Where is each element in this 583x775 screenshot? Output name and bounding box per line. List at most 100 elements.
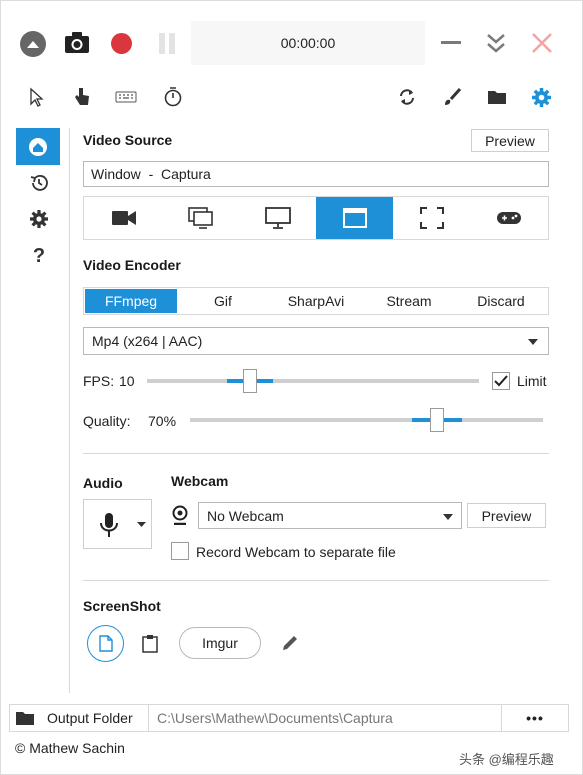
codec-value: Mp4 (x264 | AAC) bbox=[92, 333, 203, 349]
encoder-tab-label: FFmpeg bbox=[104, 293, 158, 309]
sidebar-item-settings[interactable] bbox=[29, 209, 49, 229]
timer-text: 00:00:00 bbox=[280, 35, 336, 51]
screenshot-clipboard-button[interactable] bbox=[139, 631, 161, 655]
gear-icon bbox=[532, 88, 551, 107]
timer-toggle[interactable] bbox=[163, 86, 183, 108]
separate-file-checkbox[interactable] bbox=[171, 542, 189, 560]
fps-slider[interactable] bbox=[147, 369, 479, 393]
minimize-button[interactable] bbox=[441, 41, 461, 44]
pause-button[interactable] bbox=[158, 33, 176, 54]
screenshot-editor-button[interactable] bbox=[279, 632, 301, 654]
minimize-to-tray-button[interactable] bbox=[485, 31, 507, 55]
clipboard-icon bbox=[142, 634, 158, 653]
chevron-down-icon bbox=[443, 514, 453, 520]
sidebar-item-home[interactable] bbox=[16, 128, 60, 165]
encoder-tab-ffmpeg[interactable]: FFmpeg bbox=[85, 289, 177, 313]
chevron-up-icon bbox=[27, 41, 39, 48]
source-no-video-button[interactable] bbox=[85, 197, 162, 239]
video-source-field[interactable]: Window - Captura bbox=[83, 161, 549, 187]
record-button[interactable] bbox=[111, 33, 132, 54]
cursor-icon bbox=[30, 87, 44, 107]
region-select-icon bbox=[419, 207, 444, 229]
app-window: 00:00:00 ? Video Source Preview Window -… bbox=[0, 0, 583, 775]
video-encoder-title: Video Encoder bbox=[83, 257, 181, 273]
keystrokes-toggle[interactable] bbox=[115, 90, 137, 104]
source-desktop-duplication-button[interactable] bbox=[162, 197, 239, 239]
webcam-value: No Webcam bbox=[207, 507, 284, 524]
close-icon bbox=[532, 33, 552, 53]
clicks-toggle[interactable] bbox=[72, 86, 92, 108]
source-screen-button[interactable] bbox=[239, 197, 316, 239]
video-camera-icon bbox=[111, 211, 136, 225]
audio-title: Audio bbox=[83, 475, 123, 491]
limit-label: Limit bbox=[517, 373, 547, 389]
video-source-title: Video Source bbox=[83, 132, 173, 148]
sidebar-item-about[interactable]: ? bbox=[29, 245, 49, 267]
quality-slider[interactable] bbox=[190, 408, 543, 432]
output-folder-path[interactable]: C:\Users\Mathew\Documents\Captura bbox=[157, 710, 393, 726]
cursor-toggle[interactable] bbox=[28, 87, 46, 107]
source-window-button[interactable] bbox=[316, 197, 393, 239]
fps-slider-thumb[interactable] bbox=[242, 369, 257, 393]
source-region-button[interactable] bbox=[393, 197, 470, 239]
section-divider bbox=[83, 453, 549, 454]
close-button[interactable] bbox=[531, 32, 553, 54]
timer-panel: 00:00:00 bbox=[191, 21, 425, 65]
refresh-button[interactable] bbox=[397, 87, 417, 107]
webcam-dropdown[interactable]: No Webcam bbox=[198, 502, 462, 529]
question-icon: ? bbox=[32, 244, 46, 267]
limit-checkbox[interactable] bbox=[492, 372, 510, 390]
encoder-tab-discard[interactable]: Discard bbox=[455, 289, 547, 313]
encoder-tab-sharpavi[interactable]: SharpAvi bbox=[269, 289, 363, 313]
imgur-label: Imgur bbox=[202, 635, 238, 651]
fps-value: 10 bbox=[119, 373, 135, 389]
quality-label: Quality: bbox=[83, 413, 131, 429]
pencil-icon bbox=[283, 636, 297, 650]
footer-credit: © Mathew Sachin bbox=[15, 740, 125, 756]
webcam-preview-button[interactable]: Preview bbox=[467, 503, 546, 528]
webcam-icon-wrap bbox=[171, 505, 189, 525]
stopwatch-icon bbox=[164, 87, 182, 107]
monitor-icon bbox=[264, 207, 291, 229]
screenshot-save-to-disk-button[interactable] bbox=[87, 625, 124, 662]
encoder-tab-label: Stream bbox=[386, 293, 432, 309]
section-divider bbox=[83, 580, 549, 581]
quality-slider-thumb[interactable] bbox=[430, 408, 445, 432]
gamepad-icon bbox=[496, 212, 521, 224]
chevron-down-icon bbox=[137, 522, 146, 527]
microphone-icon bbox=[100, 513, 118, 537]
webcam-title: Webcam bbox=[171, 473, 229, 489]
microphone-dropdown-button[interactable] bbox=[83, 499, 152, 549]
quality-slider-track bbox=[190, 418, 543, 422]
file-icon bbox=[98, 635, 113, 652]
video-source-preview-button[interactable]: Preview bbox=[471, 129, 549, 152]
webcam-icon bbox=[172, 505, 188, 525]
output-folder-button[interactable] bbox=[487, 89, 507, 105]
encoder-tab-label: Gif bbox=[214, 293, 232, 309]
encoder-tab-gif[interactable]: Gif bbox=[177, 289, 269, 313]
settings-button[interactable] bbox=[531, 87, 552, 108]
more-icon: ••• bbox=[526, 710, 544, 726]
video-source-value: Window - Captura bbox=[91, 166, 211, 182]
screenshot-button[interactable] bbox=[64, 31, 90, 55]
collapse-button[interactable] bbox=[20, 31, 46, 57]
brush-icon bbox=[445, 87, 462, 105]
encoder-tab-stream[interactable]: Stream bbox=[363, 289, 455, 313]
sidebar-item-history[interactable] bbox=[29, 173, 49, 193]
output-folder-browse-button[interactable]: ••• bbox=[503, 706, 567, 730]
source-game-button[interactable] bbox=[470, 197, 547, 239]
screenshot-imgur-button[interactable]: Imgur bbox=[179, 627, 261, 659]
pause-icon bbox=[158, 33, 176, 54]
output-folder-label-area[interactable]: Output Folder bbox=[15, 708, 147, 728]
window-icon bbox=[342, 208, 367, 228]
camera-icon bbox=[65, 32, 89, 53]
chevron-down-icon bbox=[528, 339, 538, 345]
brush-button[interactable] bbox=[442, 87, 462, 107]
encoder-tab-label: SharpAvi bbox=[287, 293, 345, 309]
refresh-icon bbox=[400, 89, 414, 105]
hand-pointer-icon bbox=[75, 88, 89, 105]
codec-dropdown[interactable]: Mp4 (x264 | AAC) bbox=[83, 327, 549, 355]
fps-slider-track bbox=[147, 379, 479, 383]
footer-watermark: 头条 @编程乐趣 bbox=[459, 752, 554, 767]
gear-icon bbox=[30, 210, 48, 228]
